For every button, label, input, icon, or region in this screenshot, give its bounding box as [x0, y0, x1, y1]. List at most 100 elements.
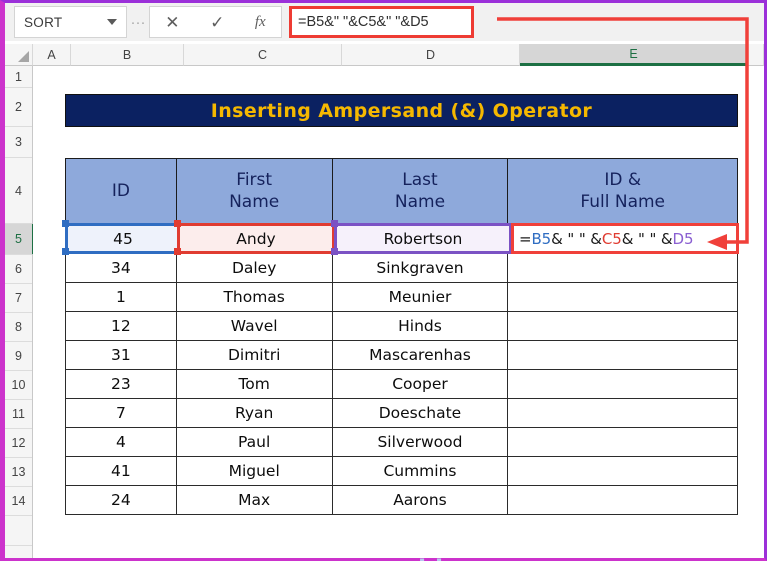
column-header-row: A B C D E — [5, 44, 764, 66]
cell-b5[interactable]: 45 — [65, 223, 178, 254]
cell-full[interactable] — [507, 253, 738, 283]
row-header-8[interactable]: 8 — [5, 313, 32, 342]
column-header-c[interactable]: C — [184, 44, 342, 66]
cell-last[interactable]: Hinds — [331, 311, 509, 341]
row-header-4[interactable]: 4 — [5, 158, 32, 224]
row-header-10[interactable]: 10 — [5, 371, 32, 400]
cell-last[interactable]: Aarons — [331, 485, 509, 515]
worksheet-grid: 1 2 3 4 5 6 7 8 9 10 11 12 13 14 Inserti… — [5, 66, 764, 561]
selection-handle-c5-tl[interactable] — [174, 220, 181, 227]
sheet-area[interactable]: Inserting Ampersand (&) Operator ID Firs… — [33, 66, 764, 561]
formula-input[interactable]: =B5&" "&C5&" "&D5 — [289, 6, 474, 38]
excel-window: SORT · · · ✕ ✓ fx =B5&" "&C5&" "&D5 A B C … — [0, 0, 767, 561]
table-row: 7 Ryan Doeschate — [65, 398, 738, 428]
cell-last[interactable]: Meunier — [331, 282, 509, 312]
column-header-cell-first-name[interactable]: First Name — [175, 158, 333, 225]
cell-first[interactable]: Tom — [175, 369, 333, 399]
row-header-9[interactable]: 9 — [5, 342, 32, 371]
cell-last[interactable]: Cummins — [331, 456, 509, 486]
table-row: 24 Max Aarons — [65, 485, 738, 515]
cell-id[interactable]: 12 — [65, 311, 177, 341]
cell-first[interactable]: Daley — [175, 253, 333, 283]
cell-full[interactable] — [507, 311, 738, 341]
formula-bar-filler — [474, 3, 764, 41]
enter-icon[interactable]: ✓ — [210, 14, 224, 31]
cell-full[interactable] — [507, 485, 738, 515]
row-header-blank — [5, 516, 32, 546]
select-all-corner[interactable] — [5, 44, 33, 66]
table-body: 45AndyRobertson34DaleySinkgraven1ThomasM… — [65, 224, 738, 515]
row-header-7[interactable]: 7 — [5, 284, 32, 313]
row-header-14[interactable]: 14 — [5, 487, 32, 516]
formula-token: & " " & — [551, 229, 602, 248]
column-header-cell-last-name[interactable]: Last Name — [331, 158, 509, 225]
selection-handle-d5-bl[interactable] — [331, 248, 338, 255]
cell-last[interactable]: Silverwood — [331, 427, 509, 457]
table-row: 1 Thomas Meunier — [65, 282, 738, 312]
row-header-13[interactable]: 13 — [5, 458, 32, 487]
name-box[interactable]: SORT — [14, 6, 127, 38]
table-row: 34 Daley Sinkgraven — [65, 253, 738, 283]
row-header-5[interactable]: 5 — [5, 224, 35, 255]
formula-action-group: ✕ ✓ fx — [149, 6, 282, 38]
title-banner[interactable]: Inserting Ampersand (&) Operator — [65, 94, 738, 127]
header-label-last-line2: Name — [394, 191, 446, 212]
cell-full[interactable] — [507, 282, 738, 312]
insert-function-icon[interactable]: fx — [255, 14, 266, 30]
cell-last[interactable]: Sinkgraven — [331, 253, 509, 283]
column-header-e[interactable]: E — [520, 44, 748, 66]
cancel-icon[interactable]: ✕ — [165, 14, 179, 31]
cell-first[interactable]: Thomas — [175, 282, 333, 312]
cell-first[interactable]: Wavel — [175, 311, 333, 341]
cell-first[interactable]: Dimitri — [175, 340, 333, 370]
row-header-1[interactable]: 1 — [5, 66, 32, 88]
row-header-3[interactable]: 3 — [5, 127, 32, 158]
more-dots-icon: · · · — [130, 13, 146, 31]
cell-first[interactable]: Max — [175, 485, 333, 515]
cell-id[interactable]: 7 — [65, 398, 177, 428]
row-header-6[interactable]: 6 — [5, 255, 32, 284]
cell-id[interactable]: 4 — [65, 427, 177, 457]
cell-id[interactable]: 1 — [65, 282, 177, 312]
cell-last[interactable]: Cooper — [331, 369, 509, 399]
selection-handle-c5-bl[interactable] — [174, 248, 181, 255]
row-header-2[interactable]: 2 — [5, 88, 32, 127]
cell-id[interactable]: 23 — [65, 369, 177, 399]
column-header-cell-id[interactable]: ID — [65, 158, 177, 225]
row-header-11[interactable]: 11 — [5, 400, 32, 429]
row-header-12[interactable]: 12 — [5, 429, 32, 458]
formula-input-value: =B5&" "&C5&" "&D5 — [298, 14, 429, 30]
cell-full[interactable] — [507, 456, 738, 486]
formula-token: & " " & — [621, 229, 673, 248]
cell-id[interactable]: 34 — [65, 253, 177, 283]
column-header-cell-id-full-name[interactable]: ID & Full Name — [507, 158, 738, 225]
cell-first[interactable]: Ryan — [175, 398, 333, 428]
cell-full[interactable] — [507, 369, 738, 399]
formula-token: C5 — [601, 229, 622, 248]
column-header-d[interactable]: D — [342, 44, 520, 66]
cell-first[interactable]: Paul — [175, 427, 333, 457]
cell-d5[interactable]: Robertson — [334, 223, 512, 254]
formula-token: B5 — [531, 229, 552, 248]
cell-last[interactable]: Mascarenhas — [331, 340, 509, 370]
data-table: ID First Name Last Name ID & Full Name 3… — [65, 158, 738, 515]
table-row: 12 Wavel Hinds — [65, 311, 738, 341]
cell-c5[interactable]: Andy — [177, 223, 335, 254]
cell-id[interactable]: 41 — [65, 456, 177, 486]
column-header-a[interactable]: A — [33, 44, 71, 66]
cell-last[interactable]: Doeschate — [331, 398, 509, 428]
formula-token: D5 — [672, 229, 694, 248]
column-header-b[interactable]: B — [71, 44, 184, 66]
cell-id[interactable]: 24 — [65, 485, 177, 515]
selection-handle-d5-tl[interactable] — [331, 220, 338, 227]
selection-handle-b5-tl[interactable] — [62, 220, 69, 227]
cell-id[interactable]: 31 — [65, 340, 177, 370]
cell-e5-formula[interactable]: = B5 & " " & C5 & " " & D5 — [511, 223, 739, 254]
table-row: 23 Tom Cooper — [65, 369, 738, 399]
selection-handle-b5-bl[interactable] — [62, 248, 69, 255]
cell-full[interactable] — [507, 340, 738, 370]
cell-full[interactable] — [507, 427, 738, 457]
cell-first[interactable]: Miguel — [175, 456, 333, 486]
cell-full[interactable] — [507, 398, 738, 428]
chevron-down-icon[interactable] — [107, 19, 117, 25]
